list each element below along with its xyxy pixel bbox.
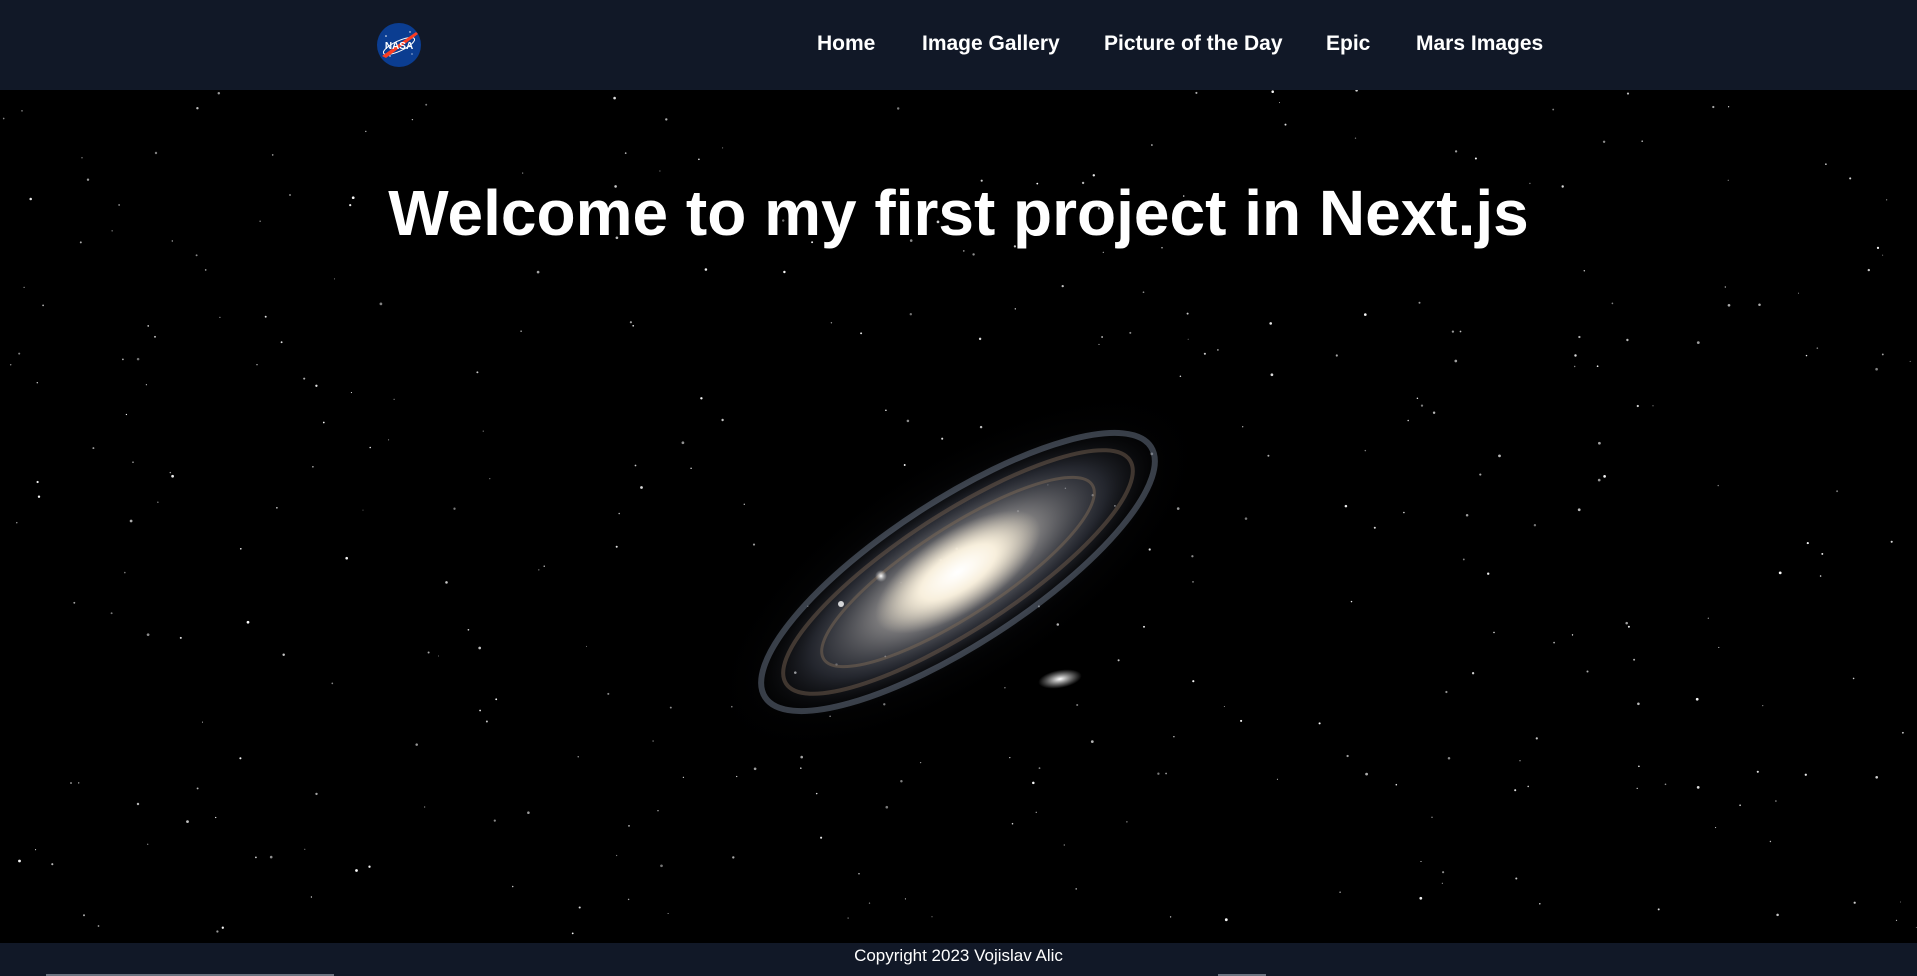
nav-epic-link[interactable]: Epic bbox=[1326, 32, 1370, 56]
copyright-text: Copyright 2023 Vojislav Alic bbox=[854, 946, 1063, 965]
top-navbar: NASA Home Image Gallery Picture of the D… bbox=[0, 0, 1917, 90]
nav-home-link[interactable]: Home bbox=[817, 32, 875, 56]
nav-mars-images-link[interactable]: Mars Images bbox=[1416, 32, 1543, 56]
hero-section: Welcome to my first project in Next.js bbox=[0, 90, 1917, 943]
nav-image-gallery-link[interactable]: Image Gallery bbox=[922, 32, 1060, 56]
nav-picture-of-the-day-link[interactable]: Picture of the Day bbox=[1104, 32, 1283, 56]
footer: Copyright 2023 Vojislav Alic bbox=[0, 943, 1917, 976]
page-title: Welcome to my first project in Next.js bbox=[388, 177, 1529, 249]
main-navigation: Home Image Gallery Picture of the Day Ep… bbox=[0, 0, 1917, 90]
